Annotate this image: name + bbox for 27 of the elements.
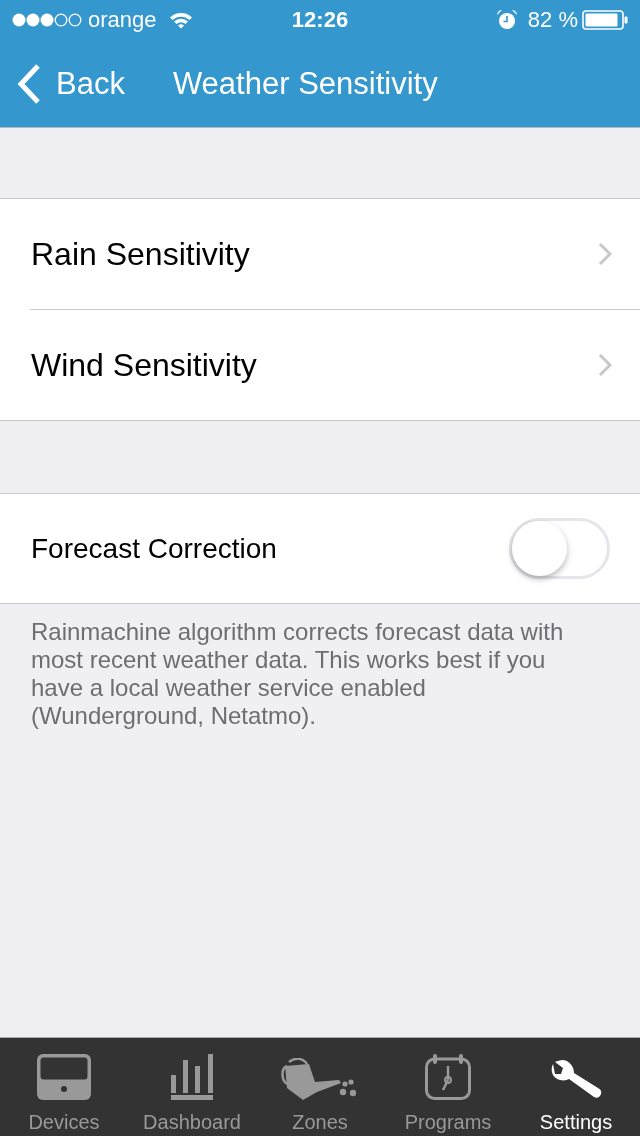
toggle-switch[interactable] [509,518,610,579]
battery-icon [582,10,628,30]
tab-bar-item[interactable]: Devices [0,1038,128,1136]
chevron-right-icon [598,242,612,266]
back-button[interactable]: Back [16,62,125,105]
watering-can-icon [281,1058,359,1100]
status-time: 12:26 [291,9,349,31]
nav-title: Weather Sensitivity [172,68,438,99]
tab-bar-item[interactable]: Dashboard [128,1038,256,1136]
wifi-icon [168,11,193,29]
signal-dots-icon [12,13,82,27]
tab-bar-item[interactable]: Programs [384,1038,512,1136]
bar-chart-icon [171,1054,213,1100]
alarm-clock-icon [495,9,518,31]
settings-row[interactable]: Wind Sensitivity [0,310,640,420]
battery-percentage: 82 % [527,9,578,31]
tab-bar-item[interactable]: Settings [512,1038,640,1136]
chevron-left-icon [16,62,42,105]
tablet-icon [37,1054,91,1100]
setting-label: Forecast Correction [31,534,277,563]
chevron-right-icon [598,353,612,377]
carrier-name: orange [88,9,157,31]
section-footer-text: Rainmachine algorithm corrects forecast data with most recent weather data. This works best if you have a local weather service enabled (Wunderground, Netatmo). [30,617,565,730]
calendar-clock-icon [425,1054,471,1100]
settings-row[interactable]: Rain Sensitivity [0,199,640,309]
wrench-icon [550,1060,602,1100]
tab-bar-item[interactable]: Zones [256,1038,384,1136]
